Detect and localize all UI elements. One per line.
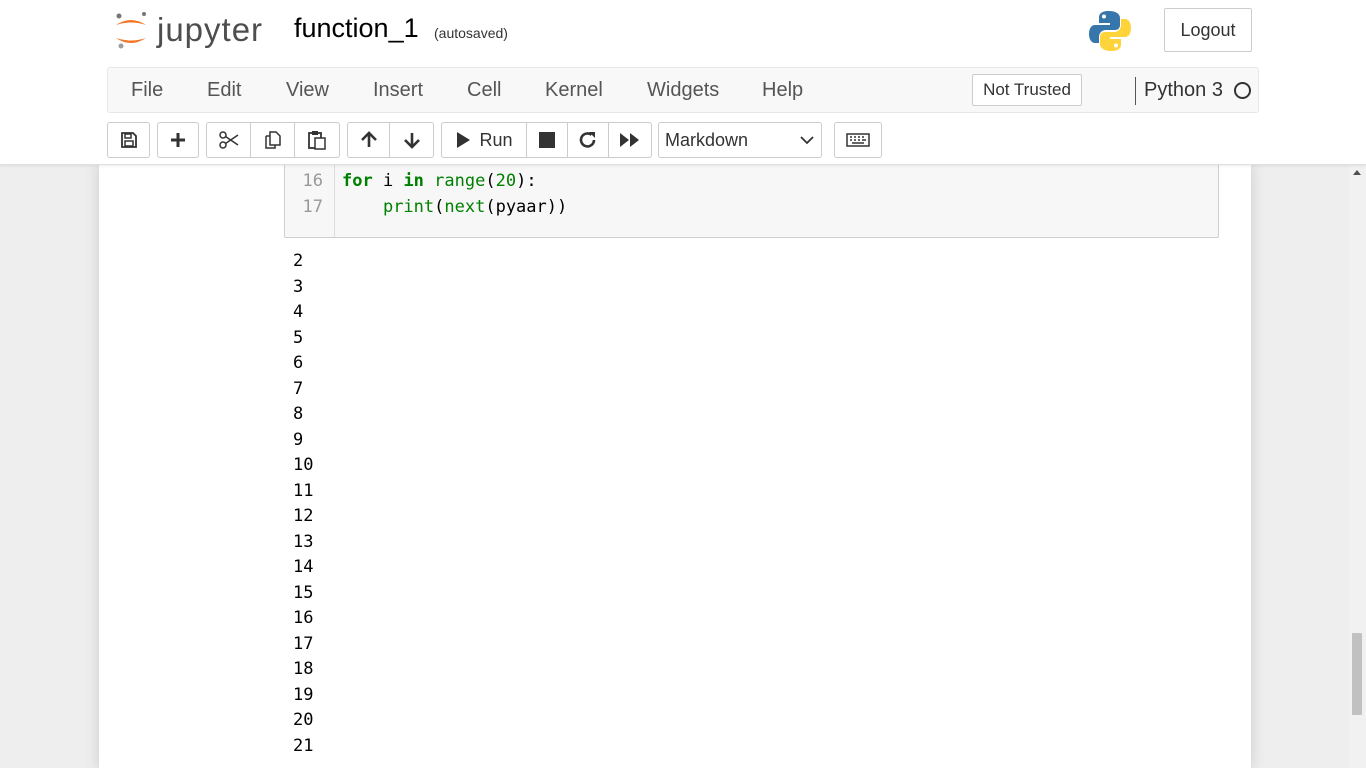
save-icon (120, 132, 137, 148)
kernel-status-indicator-icon (1234, 82, 1251, 99)
output-line: 11 (293, 480, 314, 501)
menu-widgets[interactable]: Widgets (647, 68, 719, 112)
move-up-button[interactable] (347, 122, 390, 158)
output-line: 9 (293, 429, 304, 450)
code-operator: = (393, 165, 403, 166)
kernel-name[interactable]: Python 3 (1144, 68, 1223, 112)
scrollbar-thumb[interactable] (1352, 633, 1362, 715)
code-text: ): (516, 171, 537, 191)
notebook-header: jupyter function_1 (autosaved) Logout Fi… (0, 0, 1366, 165)
scroll-up-arrow-icon[interactable] (1353, 170, 1361, 175)
cell-output: 2 3 4 5 6 7 8 9 10 11 12 13 14 15 16 17 … (293, 249, 313, 759)
move-down-button[interactable] (389, 122, 434, 158)
line-number: 16 (302, 171, 323, 191)
code-line: for i in range(20): (342, 168, 537, 194)
output-line: 4 (293, 302, 304, 322)
output-line: 6 (293, 353, 304, 373)
logo-text: jupyter (157, 11, 264, 48)
output-line: 13 (293, 531, 314, 552)
autosave-status: (autosaved) (434, 25, 508, 41)
command-palette-button[interactable] (834, 122, 882, 158)
cut-button[interactable] (206, 122, 251, 158)
fast-forward-icon (620, 133, 639, 147)
code-cell-input[interactable]: 15 pyaar= prime() 16 for i in range(20):… (284, 165, 1219, 238)
output-line: 19 (293, 684, 314, 705)
keyboard-icon (846, 133, 870, 147)
code-text: (pyaar)) (485, 197, 568, 217)
menubar: File Edit View Insert Cell Kernel Widget… (107, 67, 1259, 113)
restart-run-all-button[interactable] (608, 122, 652, 158)
output-line: 17 (293, 633, 314, 654)
code-number: 20 (495, 171, 517, 191)
vertical-scrollbar[interactable] (1349, 165, 1366, 768)
chevron-down-icon (800, 136, 814, 145)
run-icon (457, 132, 471, 148)
output-line: 12 (293, 506, 314, 526)
menu-file[interactable]: File (131, 68, 163, 112)
save-button[interactable] (107, 122, 150, 158)
code-builtin: range (434, 171, 486, 191)
interrupt-button[interactable] (526, 122, 568, 158)
output-line: 5 (293, 327, 304, 348)
stop-icon (539, 132, 555, 148)
notebook-container: 15 pyaar= prime() 16 for i in range(20):… (99, 165, 1251, 768)
line-number: 17 (302, 197, 323, 217)
output-line: 8 (293, 404, 304, 424)
jupyter-icon (116, 12, 146, 49)
arrow-up-icon (360, 131, 377, 147)
copy-button[interactable] (250, 122, 295, 158)
menu-cell[interactable]: Cell (467, 68, 501, 112)
output-line: 10 (293, 455, 314, 475)
cell-type-select[interactable]: Markdown (658, 122, 822, 158)
code-text: i (372, 171, 404, 191)
plus-icon (171, 133, 185, 147)
code-text: prime() (403, 165, 486, 166)
run-button[interactable]: Run (441, 122, 527, 158)
paste-button[interactable] (294, 122, 340, 158)
code-builtin: next (444, 197, 486, 217)
output-line: 16 (293, 608, 314, 628)
output-line: 15 (293, 582, 314, 603)
restart-icon (579, 132, 596, 148)
menu-view[interactable]: View (286, 68, 329, 112)
insert-cell-button[interactable] (157, 122, 199, 158)
run-label: Run (479, 129, 513, 150)
not-trusted-button[interactable]: Not Trusted (972, 74, 1082, 106)
code-text: pyaar (342, 165, 393, 166)
output-line: 21 (293, 735, 314, 756)
menu-insert[interactable]: Insert (373, 68, 423, 112)
code-line: print(next(pyaar)) (342, 194, 567, 220)
menu-help[interactable]: Help (762, 68, 803, 112)
output-line: 20 (293, 710, 314, 730)
copy-icon (264, 131, 281, 149)
restart-button[interactable] (567, 122, 609, 158)
code-builtin: print (382, 197, 435, 217)
code-text: ( (485, 171, 496, 191)
logout-button[interactable]: Logout (1164, 8, 1252, 52)
kernel-separator (1135, 77, 1136, 105)
menu-kernel[interactable]: Kernel (545, 68, 603, 112)
output-line: 7 (293, 378, 304, 399)
arrow-down-icon (403, 133, 420, 149)
jupyter-logo[interactable]: jupyter (113, 10, 263, 50)
notebook-title[interactable]: function_1 (294, 12, 419, 44)
output-line: 3 (293, 276, 304, 297)
output-line: 18 (293, 659, 314, 679)
output-line: 2 (293, 251, 304, 271)
output-line: 14 (293, 557, 314, 577)
python-logo-icon (1088, 9, 1132, 58)
code-keyword: for (342, 171, 373, 191)
code-text: ( (434, 197, 445, 217)
code-keyword: in (403, 171, 424, 191)
cut-icon (218, 131, 238, 149)
paste-icon (308, 131, 326, 150)
cell-type-value: Markdown (665, 130, 749, 150)
menu-edit[interactable]: Edit (207, 68, 241, 112)
